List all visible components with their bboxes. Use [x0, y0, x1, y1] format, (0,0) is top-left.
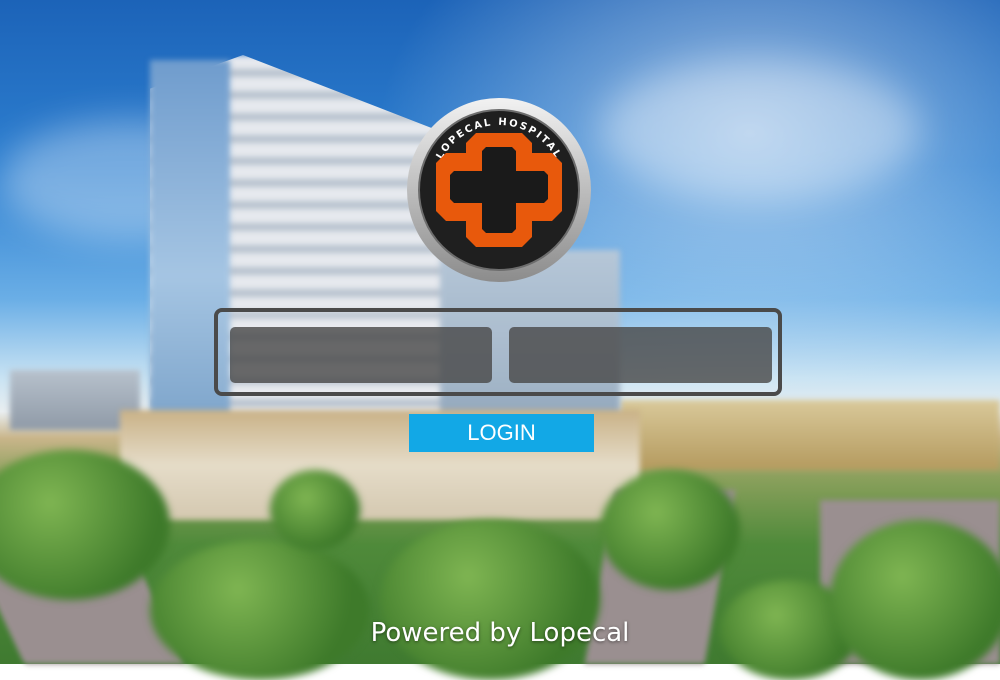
cloud: [600, 60, 920, 200]
tree: [150, 540, 370, 680]
tree: [270, 470, 360, 550]
tree: [380, 520, 600, 680]
username-field[interactable]: [230, 327, 492, 383]
tree: [830, 520, 1000, 680]
login-panel: [214, 308, 782, 396]
hospital-logo: LOPECAL HOSPITAL: [407, 98, 591, 282]
building: [620, 400, 1000, 470]
tree: [600, 470, 740, 590]
powered-by-text: Powered by Lopecal: [370, 618, 630, 648]
password-field[interactable]: [509, 327, 772, 383]
login-button[interactable]: LOGIN: [409, 414, 594, 452]
